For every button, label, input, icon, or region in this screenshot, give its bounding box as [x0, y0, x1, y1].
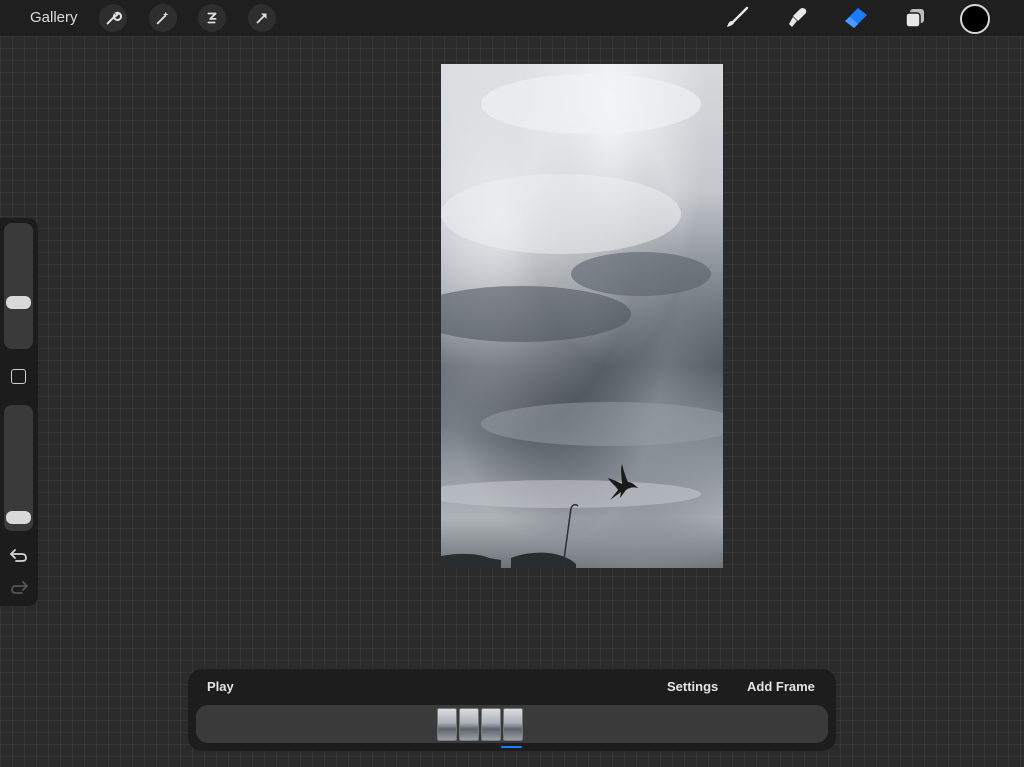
- settings-button[interactable]: Settings: [667, 679, 718, 694]
- layers-icon[interactable]: [900, 4, 930, 32]
- brush-size-slider[interactable]: [4, 223, 33, 349]
- brush-size-thumb[interactable]: [6, 295, 31, 309]
- eraser-icon[interactable]: [840, 4, 870, 32]
- frame-thumbnail[interactable]: [481, 708, 501, 741]
- play-button[interactable]: Play: [207, 679, 234, 694]
- opacity-slider[interactable]: [4, 405, 33, 531]
- opacity-thumb[interactable]: [6, 510, 31, 524]
- gallery-button[interactable]: Gallery: [30, 9, 78, 26]
- frame-track[interactable]: [196, 705, 828, 743]
- bird-drawing: [608, 464, 638, 500]
- frame-thumbnail[interactable]: [459, 708, 479, 741]
- undo-icon[interactable]: [9, 546, 29, 564]
- selection-icon[interactable]: [198, 4, 226, 32]
- sky-photo: [441, 74, 723, 568]
- frame-thumbnail[interactable]: [503, 708, 523, 741]
- transform-arrow-icon[interactable]: [248, 4, 276, 32]
- brush-icon[interactable]: [722, 4, 752, 32]
- color-picker-button[interactable]: [960, 4, 990, 34]
- top-toolbar: Gallery: [0, 0, 1024, 36]
- redo-icon[interactable]: [9, 578, 29, 596]
- add-frame-button[interactable]: Add Frame: [747, 679, 815, 694]
- left-sidebar: [0, 218, 38, 606]
- frame-thumbnail[interactable]: [437, 708, 457, 741]
- magic-wand-icon[interactable]: [149, 4, 177, 32]
- modify-button[interactable]: [11, 369, 26, 384]
- canvas[interactable]: [441, 64, 723, 568]
- wrench-icon[interactable]: [99, 4, 127, 32]
- selected-frame-indicator: [501, 746, 522, 748]
- animation-timeline: Play Settings Add Frame: [188, 669, 836, 751]
- smudge-icon[interactable]: [782, 4, 812, 32]
